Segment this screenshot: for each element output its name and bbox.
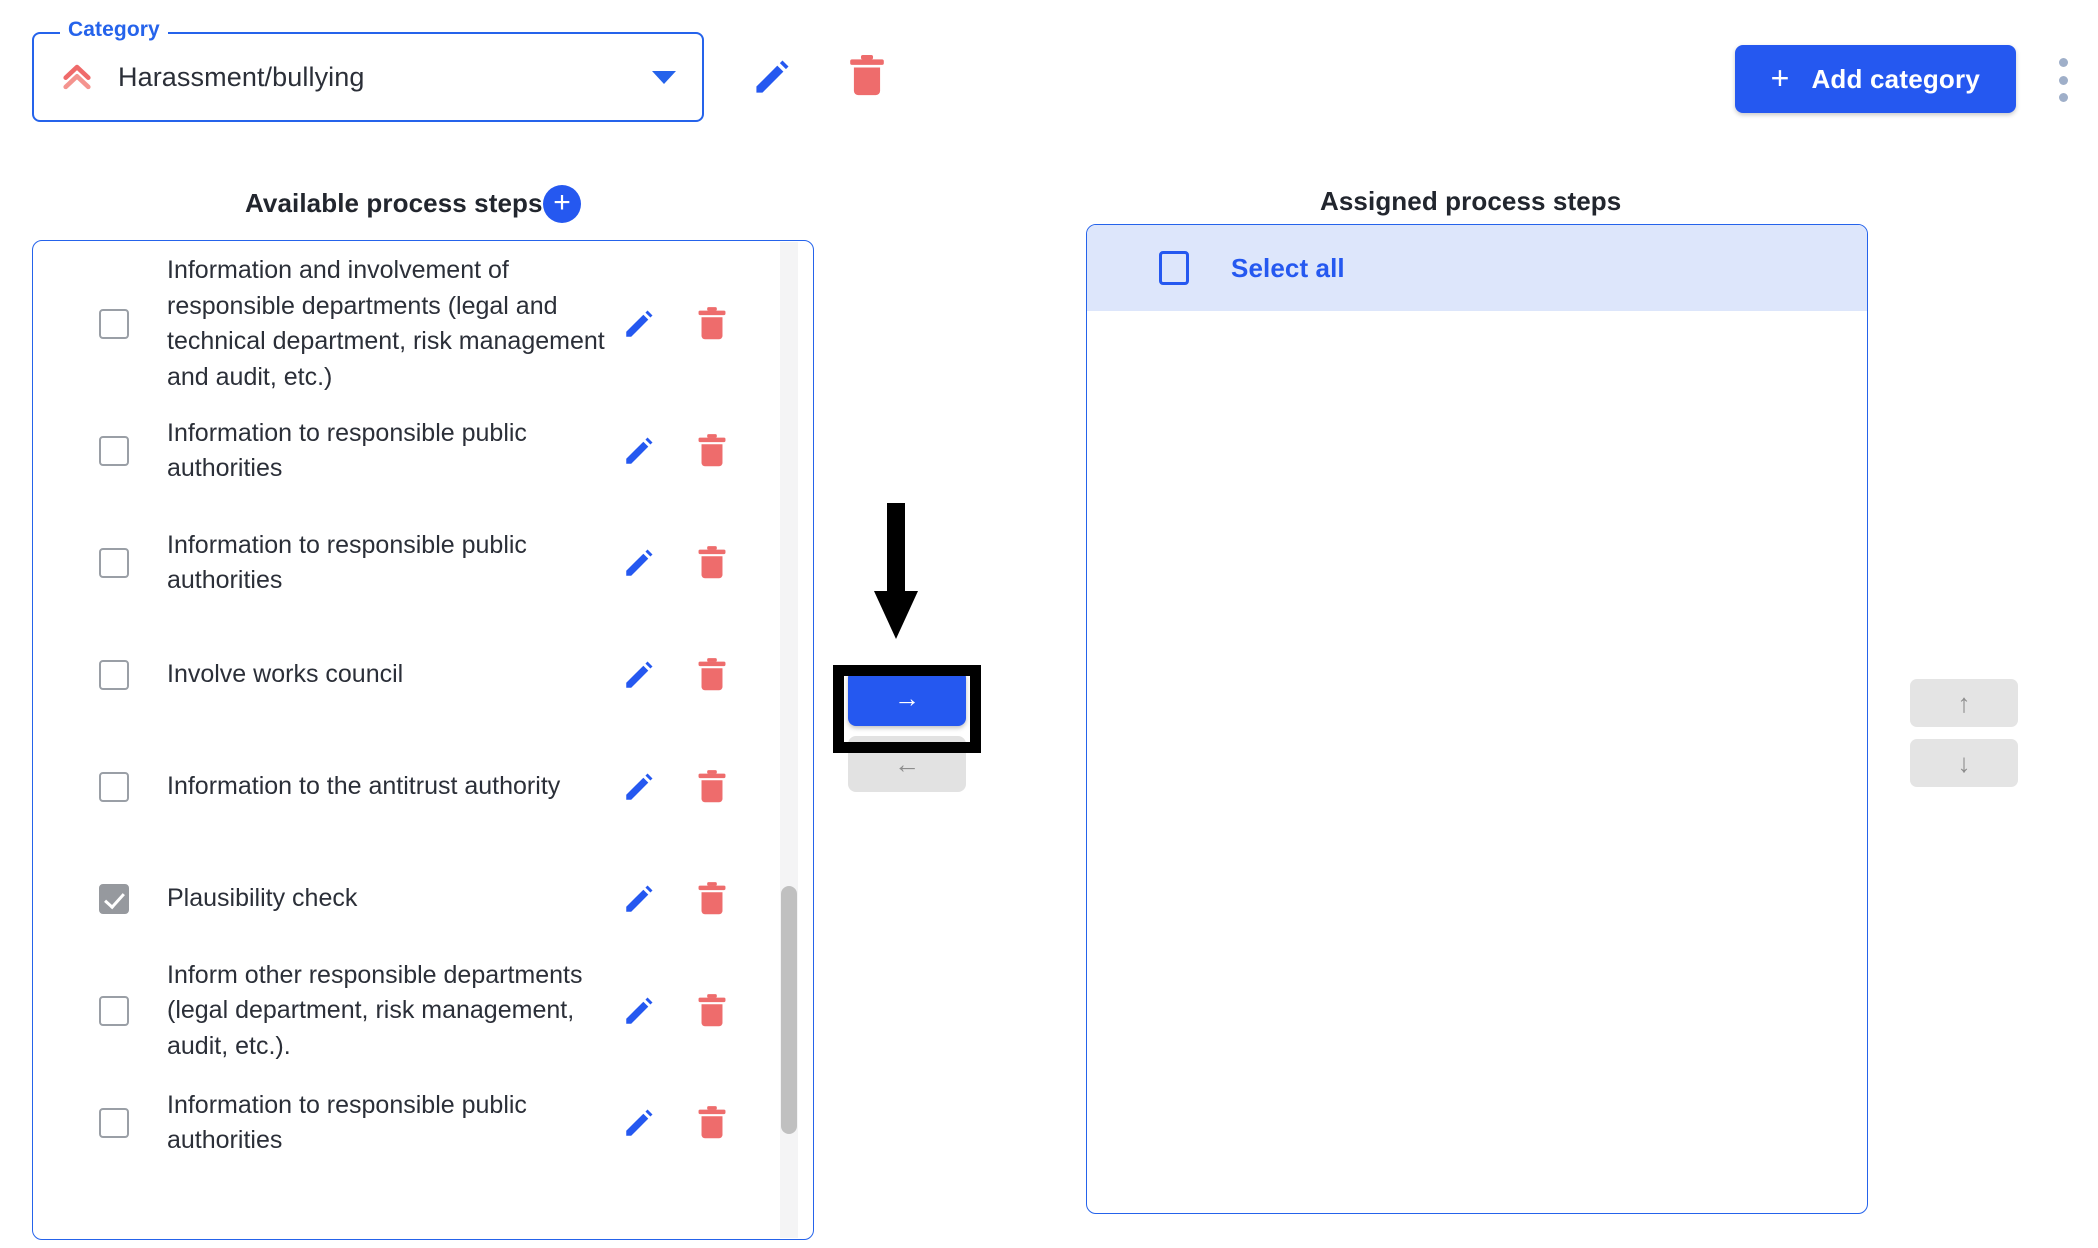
step-label: Information to the antitrust authority xyxy=(167,772,561,801)
pencil-icon xyxy=(626,549,653,576)
trash-icon xyxy=(698,994,726,1027)
available-steps-panel: Information and involvement of responsib… xyxy=(32,240,814,1240)
step-label: Plausibility check xyxy=(167,884,358,913)
category-selected-value: Harassment/bullying xyxy=(118,61,365,92)
transfer-controls: → ← xyxy=(848,670,968,792)
available-step-row[interactable]: Information to responsible public author… xyxy=(33,395,777,507)
step-checkbox[interactable] xyxy=(99,309,129,339)
pencil-icon xyxy=(626,1109,653,1136)
edit-step-button[interactable] xyxy=(621,657,657,693)
available-steps-heading: Available process steps xyxy=(245,188,543,218)
step-checkbox[interactable] xyxy=(99,996,129,1026)
assigned-steps-heading: Assigned process steps xyxy=(1320,186,1622,216)
add-category-label: Add category xyxy=(1811,63,1980,94)
move-down-button: ↓ xyxy=(1910,739,2018,787)
step-checkbox[interactable] xyxy=(99,772,129,802)
step-checkbox[interactable] xyxy=(99,1108,129,1138)
assigned-steps-panel: Select all xyxy=(1086,224,1868,1214)
available-step-row[interactable]: Information and involvement of responsib… xyxy=(33,253,777,395)
delete-category-button[interactable] xyxy=(845,53,889,99)
step-label: Information to responsible public author… xyxy=(167,1090,527,1155)
chevron-down-icon[interactable] xyxy=(652,70,676,84)
select-all-row[interactable]: Select all xyxy=(1087,225,1867,311)
edit-step-button[interactable] xyxy=(621,306,657,342)
category-field-label: Category xyxy=(60,19,168,40)
step-label: Information and involvement of responsib… xyxy=(167,256,605,391)
select-all-label: Select all xyxy=(1231,252,1345,283)
step-label: Inform other responsible departments (le… xyxy=(167,960,583,1060)
delete-step-button[interactable] xyxy=(695,880,729,918)
trash-icon xyxy=(698,770,726,803)
step-label: Information to responsible public author… xyxy=(167,530,527,595)
available-step-row[interactable]: Plausibility check xyxy=(33,843,777,955)
plus-icon: + xyxy=(1770,59,1790,96)
step-label: Involve works council xyxy=(167,660,404,689)
category-select[interactable]: Category Harassment/bullying xyxy=(32,19,704,122)
available-step-row[interactable]: Inform other responsible departments (le… xyxy=(33,955,777,1067)
trash-icon xyxy=(698,307,726,340)
delete-step-button[interactable] xyxy=(695,992,729,1030)
trash-icon xyxy=(698,434,726,467)
step-checkbox[interactable] xyxy=(99,548,129,578)
pencil-icon xyxy=(756,60,789,93)
process-step-assignment-screen: Category Harassment/bullying + Add categ… xyxy=(0,0,2098,1248)
pencil-icon xyxy=(626,885,653,912)
trash-icon xyxy=(850,54,884,96)
edit-category-button[interactable] xyxy=(750,55,794,99)
edit-step-button[interactable] xyxy=(621,433,657,469)
pencil-icon xyxy=(626,661,653,688)
step-checkbox[interactable] xyxy=(99,436,129,466)
move-to-available-button: ← xyxy=(848,736,966,792)
select-all-checkbox[interactable] xyxy=(1159,251,1189,285)
kebab-dot xyxy=(2058,58,2068,67)
move-up-button: ↑ xyxy=(1910,679,2018,727)
edit-step-button[interactable] xyxy=(621,993,657,1029)
step-checkbox[interactable] xyxy=(99,884,129,914)
kebab-menu-icon[interactable] xyxy=(2050,58,2076,102)
available-step-row[interactable]: Information to responsible public author… xyxy=(33,507,777,619)
available-step-row[interactable]: Involve works council xyxy=(33,619,777,731)
delete-step-button[interactable] xyxy=(695,544,729,582)
delete-step-button[interactable] xyxy=(695,432,729,470)
available-step-row[interactable]: Information to responsible public author… xyxy=(33,1067,777,1179)
double-chevron-up-icon xyxy=(63,64,91,90)
pencil-icon xyxy=(626,437,653,464)
available-list-scrollbar-thumb[interactable] xyxy=(781,886,797,1134)
delete-step-button[interactable] xyxy=(695,656,729,694)
edit-step-button[interactable] xyxy=(621,545,657,581)
trash-icon xyxy=(698,1106,726,1139)
step-checkbox[interactable] xyxy=(99,660,129,690)
add-category-button[interactable]: + Add category xyxy=(1734,45,2016,113)
trash-icon xyxy=(698,882,726,915)
edit-step-button[interactable] xyxy=(621,769,657,805)
edit-step-button[interactable] xyxy=(621,1105,657,1141)
move-to-assigned-button[interactable]: → xyxy=(848,670,966,726)
trash-icon xyxy=(698,658,726,691)
edit-step-button[interactable] xyxy=(621,881,657,917)
pencil-icon xyxy=(626,773,653,800)
step-label: Information to responsible public author… xyxy=(167,418,527,483)
kebab-dot xyxy=(2058,93,2068,102)
add-process-step-button[interactable]: + xyxy=(543,185,581,223)
trash-icon xyxy=(698,546,726,579)
delete-step-button[interactable] xyxy=(695,768,729,806)
delete-step-button[interactable] xyxy=(695,305,729,343)
pencil-icon xyxy=(626,997,653,1024)
reorder-controls: ↑ ↓ xyxy=(1910,679,2018,799)
available-step-row[interactable]: Information to the antitrust authority xyxy=(33,731,777,843)
available-steps-list: Information and involvement of responsib… xyxy=(33,241,777,1239)
pencil-icon xyxy=(626,310,653,337)
delete-step-button[interactable] xyxy=(695,1104,729,1142)
annotation-arrow-icon xyxy=(874,503,918,639)
kebab-dot xyxy=(2058,75,2068,85)
